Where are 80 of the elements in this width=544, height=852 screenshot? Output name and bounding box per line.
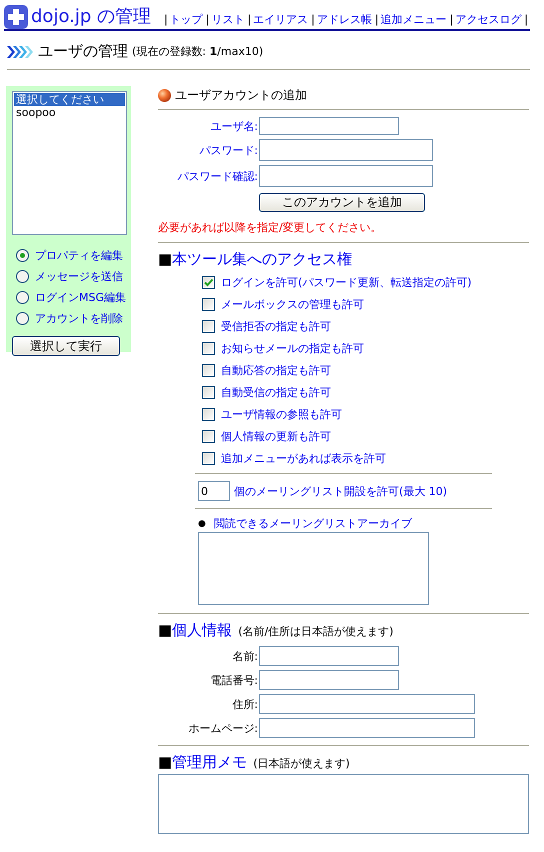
checkbox[interactable] — [202, 408, 215, 421]
nav-separator: | — [311, 12, 315, 28]
checkbox[interactable] — [202, 386, 215, 399]
nav-separator: | — [247, 12, 252, 28]
notice-text: 必要があれば以降を指定/変更してください。 — [158, 220, 383, 235]
checkbox[interactable] — [202, 298, 215, 311]
chevrons-icon — [7, 46, 34, 58]
radio-label[interactable]: ログインMSG編集 — [35, 290, 126, 305]
permission-label[interactable]: ユーザ情報の参照も許可 — [221, 407, 342, 422]
permission-label[interactable]: 追加メニューがあれば表示を許可 — [221, 451, 386, 466]
field-label: ユーザ名: — [209, 118, 258, 134]
input-field[interactable]: 0 — [198, 481, 230, 501]
section-note: (名前/住所は日本語が使えます) — [238, 624, 394, 639]
nav-separator: | — [206, 12, 210, 28]
square-bullet: ■ — [158, 753, 172, 771]
radio-button[interactable] — [16, 249, 29, 262]
permission-label[interactable]: 個人情報の更新も許可 — [221, 429, 331, 444]
nav-link[interactable]: 追加メニュー — [380, 12, 447, 28]
nav-link[interactable]: アクセスログ — [455, 12, 522, 28]
field-label: 電話番号: — [209, 672, 258, 688]
permission-label[interactable]: 自動応答の指定も許可 — [221, 363, 331, 378]
round-bullet: ● — [198, 518, 206, 528]
input-field[interactable] — [259, 694, 475, 714]
page-title: ユーザの管理 — [38, 42, 128, 61]
execute-button[interactable]: 選択して実行 — [12, 336, 120, 356]
input-field[interactable] — [259, 646, 399, 666]
input-field[interactable] — [259, 139, 433, 161]
nav-separator: | — [164, 12, 168, 28]
square-bullet: ■ — [158, 621, 172, 639]
user-count: (現在の登録数: 1/max10) — [132, 44, 264, 59]
nav-link[interactable]: リスト — [211, 12, 244, 28]
plus-logo-icon — [4, 5, 28, 29]
checkbox[interactable] — [202, 320, 215, 333]
square-bullet: ■ — [158, 250, 172, 268]
radio-label[interactable]: メッセージを送信 — [35, 269, 123, 284]
input-field[interactable] — [259, 718, 475, 738]
user-list[interactable]: 選択してください soopoo — [12, 91, 127, 235]
radio-button[interactable] — [16, 312, 29, 325]
section-heading: ユーザアカウントの追加 — [175, 86, 307, 104]
nav-separator: | — [374, 12, 379, 28]
nav-link[interactable]: トップ — [170, 12, 203, 28]
input-field[interactable] — [259, 670, 399, 690]
add-account-button[interactable]: このアカウントを追加 — [259, 193, 425, 212]
checkbox[interactable] — [202, 364, 215, 377]
ball-icon — [158, 88, 171, 102]
memo-field[interactable] — [158, 774, 529, 834]
permission-label[interactable]: ログインを許可(パスワード更新、転送指定の許可) — [221, 275, 472, 290]
checkbox[interactable] — [202, 430, 215, 443]
archive-label: 閲読できるメーリングリストアーカイブ — [214, 516, 412, 531]
input-field[interactable] — [259, 165, 433, 187]
checkbox[interactable] — [202, 276, 215, 289]
section-note: (日本語が使えます) — [253, 756, 350, 771]
radio-label[interactable]: アカウントを削除 — [35, 311, 123, 326]
permission-label[interactable]: 自動受信の指定も許可 — [221, 385, 331, 400]
field-label: 住所: — [231, 696, 258, 712]
radio-button[interactable] — [16, 270, 29, 283]
radio-label[interactable]: プロパティを編集 — [35, 248, 123, 263]
site-title: dojo.jp の管理 — [31, 5, 152, 29]
permission-label[interactable]: お知らせメールの指定も許可 — [221, 341, 364, 356]
section-title: 管理用メモ — [172, 753, 248, 772]
nav-link[interactable]: エイリアス — [253, 12, 308, 28]
field-label: 名前: — [231, 648, 258, 664]
archive-list[interactable] — [198, 532, 429, 605]
user-option[interactable]: soopoo — [14, 106, 125, 119]
radio-button[interactable] — [16, 291, 29, 304]
field-label: パスワード: — [198, 142, 258, 158]
nav-link[interactable]: アドレス帳 — [316, 12, 372, 28]
nav-separator: | — [524, 12, 528, 28]
section-title: 個人情報 — [172, 621, 232, 640]
user-option[interactable]: 選択してください — [14, 93, 125, 106]
section-title: 本ツール集へのアクセス権 — [172, 250, 352, 269]
nav-separator: | — [450, 12, 454, 28]
field-label: ホームページ: — [187, 720, 258, 736]
permission-label[interactable]: メールボックスの管理も許可 — [221, 297, 364, 312]
permission-label[interactable]: 受信拒否の指定も許可 — [221, 319, 331, 334]
input-field[interactable] — [259, 117, 399, 135]
checkbox[interactable] — [202, 342, 215, 355]
field-label: パスワード確認: — [176, 168, 258, 184]
mailing-list-label: 個のメーリングリスト開設を許可(最大 10) — [234, 484, 448, 498]
checkbox[interactable] — [202, 452, 215, 465]
